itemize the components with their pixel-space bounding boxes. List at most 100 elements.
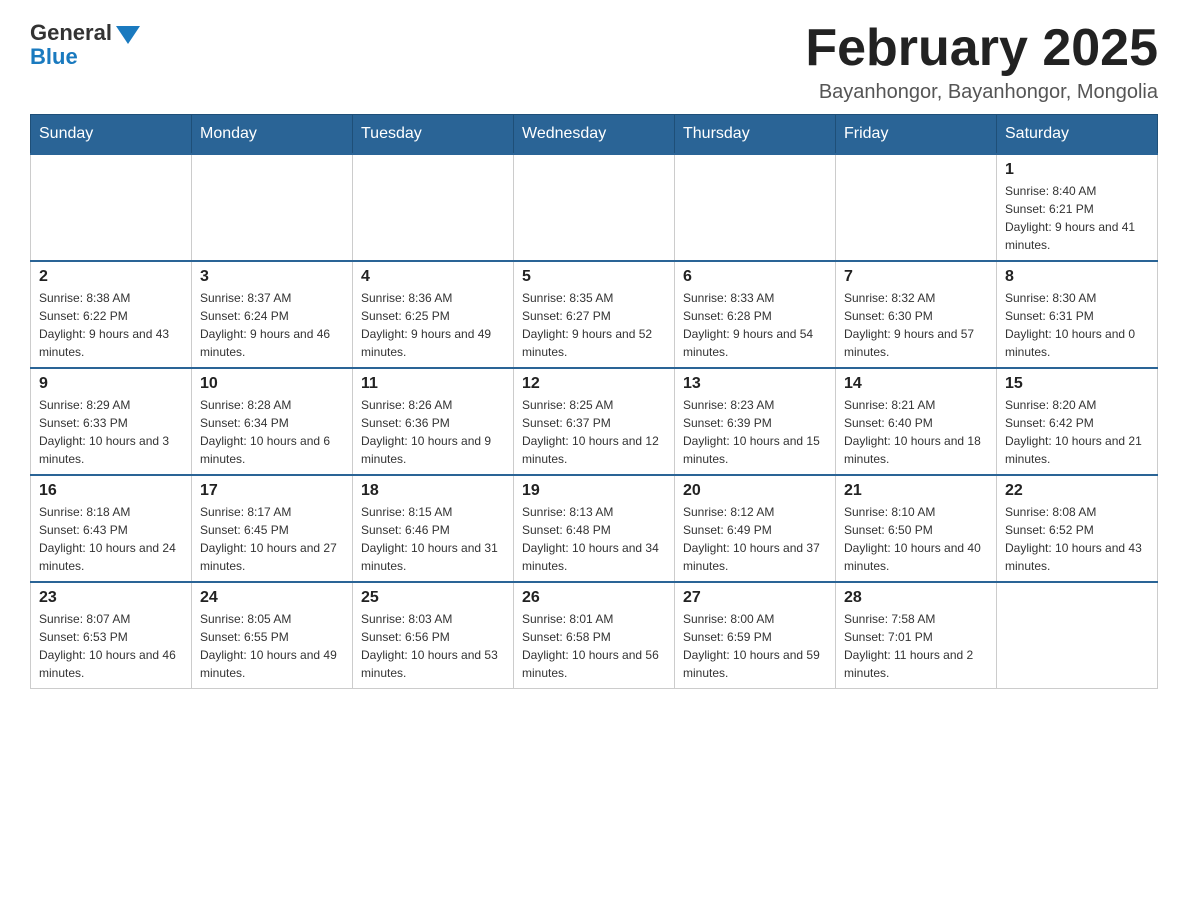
day-number: 7 [844,268,988,286]
day-info: Sunrise: 8:01 AM Sunset: 6:58 PM Dayligh… [522,610,666,682]
day-number: 25 [361,589,505,607]
day-number: 28 [844,589,988,607]
week-row-4: 23 Sunrise: 8:07 AM Sunset: 6:53 PM Dayli… [31,582,1158,689]
day-info: Sunrise: 8:10 AM Sunset: 6:50 PM Dayligh… [844,503,988,575]
day-number: 3 [200,268,344,286]
day-cell: 5Sunrise: 8:35 AM Sunset: 6:27 PM Daylig… [514,261,675,368]
day-info: Sunrise: 8:20 AM Sunset: 6:42 PM Dayligh… [1005,396,1149,468]
day-cell: 22 Sunrise: 8:08 AM Sunset: 6:52 PM Dayli… [997,475,1158,582]
day-cell: 13 Sunrise: 8:23 AM Sunset: 6:39 PM Dayli… [675,368,836,475]
logo: General Blue [30,20,140,70]
day-info: Sunrise: 8:28 AM Sunset: 6:34 PM Dayligh… [200,396,344,468]
day-info: Sunrise: 8:15 AM Sunset: 6:46 PM Dayligh… [361,503,505,575]
day-number: 1 [1005,161,1149,179]
calendar-header: SundayMondayTuesdayWednesdayThursdayFrid… [31,115,1158,155]
week-row-3: 16Sunrise: 8:18 AM Sunset: 6:43 PM Dayli… [31,475,1158,582]
day-info: Sunrise: 8:12 AM Sunset: 6:49 PM Dayligh… [683,503,827,575]
day-info: Sunrise: 8:32 AM Sunset: 6:30 PM Dayligh… [844,289,988,361]
day-info: Sunrise: 8:23 AM Sunset: 6:39 PM Dayligh… [683,396,827,468]
day-cell: 10 Sunrise: 8:28 AM Sunset: 6:34 PM Dayli… [192,368,353,475]
header-thursday: Thursday [675,115,836,155]
day-cell: 19 Sunrise: 8:13 AM Sunset: 6:48 PM Dayli… [514,475,675,582]
day-cell [514,154,675,261]
day-number: 14 [844,375,988,393]
location-text: Bayanhongor, Bayanhongor, Mongolia [805,81,1158,104]
day-number: 4 [361,268,505,286]
day-cell: 9 Sunrise: 8:29 AM Sunset: 6:33 PM Daylig… [31,368,192,475]
calendar-body: 1 Sunrise: 8:40 AM Sunset: 6:21 PM Daylig… [31,154,1158,689]
day-info: Sunrise: 8:37 AM Sunset: 6:24 PM Dayligh… [200,289,344,361]
day-info: Sunrise: 8:08 AM Sunset: 6:52 PM Dayligh… [1005,503,1149,575]
day-info: Sunrise: 8:26 AM Sunset: 6:36 PM Dayligh… [361,396,505,468]
day-number: 8 [1005,268,1149,286]
day-info: Sunrise: 8:35 AM Sunset: 6:27 PM Dayligh… [522,289,666,361]
day-cell: 18 Sunrise: 8:15 AM Sunset: 6:46 PM Dayli… [353,475,514,582]
day-info: Sunrise: 8:00 AM Sunset: 6:59 PM Dayligh… [683,610,827,682]
day-info: Sunrise: 8:36 AM Sunset: 6:25 PM Dayligh… [361,289,505,361]
day-number: 17 [200,482,344,500]
day-number: 12 [522,375,666,393]
day-info: Sunrise: 8:40 AM Sunset: 6:21 PM Dayligh… [1005,182,1149,254]
calendar-table: SundayMondayTuesdayWednesdayThursdayFrid… [30,114,1158,689]
week-row-2: 9 Sunrise: 8:29 AM Sunset: 6:33 PM Daylig… [31,368,1158,475]
day-number: 6 [683,268,827,286]
day-info: Sunrise: 8:18 AM Sunset: 6:43 PM Dayligh… [39,503,183,575]
day-cell: 14 Sunrise: 8:21 AM Sunset: 6:40 PM Dayli… [836,368,997,475]
day-cell: 11Sunrise: 8:26 AM Sunset: 6:36 PM Dayli… [353,368,514,475]
header-sunday: Sunday [31,115,192,155]
logo-arrow-icon [116,26,140,44]
day-info: Sunrise: 8:21 AM Sunset: 6:40 PM Dayligh… [844,396,988,468]
day-cell: 15 Sunrise: 8:20 AM Sunset: 6:42 PM Dayli… [997,368,1158,475]
day-cell: 12 Sunrise: 8:25 AM Sunset: 6:37 PM Dayli… [514,368,675,475]
day-number: 18 [361,482,505,500]
day-cell: 8 Sunrise: 8:30 AM Sunset: 6:31 PM Daylig… [997,261,1158,368]
header-friday: Friday [836,115,997,155]
page-header: General Blue February 2025 Bayanhongor, … [30,20,1158,104]
day-cell [353,154,514,261]
day-cell: 28Sunrise: 7:58 AM Sunset: 7:01 PM Dayli… [836,582,997,689]
day-info: Sunrise: 8:33 AM Sunset: 6:28 PM Dayligh… [683,289,827,361]
day-cell: 23 Sunrise: 8:07 AM Sunset: 6:53 PM Dayli… [31,582,192,689]
day-cell: 17 Sunrise: 8:17 AM Sunset: 6:45 PM Dayli… [192,475,353,582]
logo-general-text: General [30,20,112,46]
day-cell: 7 Sunrise: 8:32 AM Sunset: 6:30 PM Daylig… [836,261,997,368]
day-number: 24 [200,589,344,607]
day-info: Sunrise: 8:25 AM Sunset: 6:37 PM Dayligh… [522,396,666,468]
day-cell: 26 Sunrise: 8:01 AM Sunset: 6:58 PM Dayli… [514,582,675,689]
day-number: 23 [39,589,183,607]
day-number: 27 [683,589,827,607]
day-number: 26 [522,589,666,607]
day-cell: 3 Sunrise: 8:37 AM Sunset: 6:24 PM Daylig… [192,261,353,368]
day-info: Sunrise: 8:29 AM Sunset: 6:33 PM Dayligh… [39,396,183,468]
header-monday: Monday [192,115,353,155]
day-number: 20 [683,482,827,500]
day-cell [836,154,997,261]
day-number: 13 [683,375,827,393]
logo-blue-text: Blue [30,44,78,70]
day-cell: 4 Sunrise: 8:36 AM Sunset: 6:25 PM Daylig… [353,261,514,368]
day-info: Sunrise: 8:07 AM Sunset: 6:53 PM Dayligh… [39,610,183,682]
week-row-0: 1 Sunrise: 8:40 AM Sunset: 6:21 PM Daylig… [31,154,1158,261]
day-number: 15 [1005,375,1149,393]
day-number: 10 [200,375,344,393]
day-number: 19 [522,482,666,500]
month-title: February 2025 [805,20,1158,77]
day-number: 21 [844,482,988,500]
header-tuesday: Tuesday [353,115,514,155]
day-number: 9 [39,375,183,393]
day-info: Sunrise: 8:17 AM Sunset: 6:45 PM Dayligh… [200,503,344,575]
day-info: Sunrise: 8:30 AM Sunset: 6:31 PM Dayligh… [1005,289,1149,361]
day-cell [997,582,1158,689]
header-row: SundayMondayTuesdayWednesdayThursdayFrid… [31,115,1158,155]
day-cell: 24 Sunrise: 8:05 AM Sunset: 6:55 PM Dayli… [192,582,353,689]
day-cell: 20 Sunrise: 8:12 AM Sunset: 6:49 PM Dayli… [675,475,836,582]
day-info: Sunrise: 8:13 AM Sunset: 6:48 PM Dayligh… [522,503,666,575]
day-info: Sunrise: 8:38 AM Sunset: 6:22 PM Dayligh… [39,289,183,361]
day-info: Sunrise: 8:05 AM Sunset: 6:55 PM Dayligh… [200,610,344,682]
day-info: Sunrise: 8:03 AM Sunset: 6:56 PM Dayligh… [361,610,505,682]
day-number: 2 [39,268,183,286]
day-cell: 27 Sunrise: 8:00 AM Sunset: 6:59 PM Dayli… [675,582,836,689]
week-row-1: 2 Sunrise: 8:38 AM Sunset: 6:22 PM Daylig… [31,261,1158,368]
day-number: 22 [1005,482,1149,500]
day-cell [31,154,192,261]
